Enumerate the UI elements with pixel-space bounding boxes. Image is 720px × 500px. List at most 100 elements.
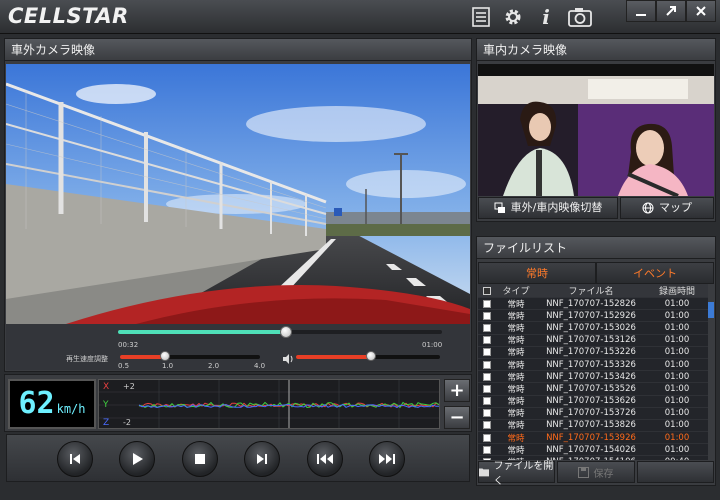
speed-tick-3: 4.0	[254, 362, 266, 370]
gsensor-y-label: Y	[103, 400, 109, 410]
file-row[interactable]: 常時 NNF_170707-153726 01:00	[478, 408, 708, 420]
save-icon	[578, 466, 590, 478]
row-checkbox[interactable]	[478, 348, 496, 357]
end-time: 01:00	[422, 341, 443, 349]
zoom-out-button[interactable]: −	[444, 406, 470, 429]
row-checkbox[interactable]	[478, 336, 496, 345]
file-row[interactable]: 常時 NNF_170707-154026 01:00	[478, 444, 708, 457]
camera-icon[interactable]	[567, 4, 593, 30]
column-type[interactable]: タイプ	[496, 284, 536, 297]
row-checkbox[interactable]	[478, 421, 496, 430]
prev-icon	[70, 454, 80, 464]
tab-always[interactable]: 常時	[478, 262, 596, 284]
info-icon[interactable]: i	[533, 4, 559, 30]
row-filename: NNF_170707-152926	[546, 310, 636, 321]
switch-icon	[494, 202, 505, 213]
stop-button[interactable]	[182, 441, 218, 477]
select-all-checkbox[interactable]	[478, 286, 496, 295]
speed-value: 62	[18, 386, 55, 421]
playback-controls	[6, 434, 470, 482]
play-button[interactable]	[119, 441, 155, 477]
row-filename: NNF_170707-153026	[546, 322, 636, 333]
file-row[interactable]: 常時 NNF_170707-153926 01:00	[478, 432, 708, 445]
open-file-button[interactable]: ファイルを開く	[478, 461, 556, 487]
rewind-icon	[317, 454, 333, 464]
close-button[interactable]	[686, 0, 716, 22]
seek-knob[interactable]	[280, 326, 293, 338]
play-icon	[133, 453, 143, 465]
prev-file-button[interactable]	[57, 441, 93, 477]
title-bar: CELLSTAR i	[0, 0, 720, 34]
file-row[interactable]: 常時 NNF_170707-153326 01:00	[478, 359, 708, 372]
row-type: 常時	[507, 409, 525, 420]
stop-icon	[195, 454, 205, 464]
column-filename[interactable]: ファイル名	[536, 284, 646, 297]
row-checkbox[interactable]	[478, 445, 496, 454]
file-row[interactable]: 常時 NNF_170707-153526 01:00	[478, 383, 708, 396]
row-filename: NNF_170707-153926	[546, 432, 636, 443]
file-row[interactable]: 常時 NNF_170707-153226 01:00	[478, 347, 708, 359]
row-duration: 01:00	[664, 444, 690, 455]
minimize-button[interactable]	[626, 0, 656, 22]
inner-camera-video[interactable]	[478, 64, 714, 196]
row-duration: 01:00	[664, 335, 690, 346]
speed-tick-0: 0.5	[118, 362, 130, 370]
file-list-scrollbar[interactable]	[708, 298, 714, 460]
row-checkbox[interactable]	[478, 311, 496, 320]
row-checkbox[interactable]	[478, 397, 496, 406]
zoom-in-button[interactable]: +	[444, 379, 470, 402]
volume-knob[interactable]	[365, 351, 376, 361]
row-duration: 01:00	[664, 408, 690, 419]
tab-event[interactable]: イベント	[596, 262, 714, 284]
row-checkbox[interactable]	[478, 384, 496, 393]
file-row[interactable]: 常時 NNF_170707-153126 01:00	[478, 335, 708, 347]
file-row[interactable]: 常時 NNF_170707-153626 01:00	[478, 396, 708, 408]
row-checkbox[interactable]	[478, 299, 496, 308]
file-row[interactable]: 常時 NNF_170707-152926 01:00	[478, 310, 708, 323]
row-checkbox[interactable]	[478, 409, 496, 418]
file-row[interactable]: 常時 NNF_170707-153826 01:00	[478, 420, 708, 433]
volume-fill	[296, 355, 371, 359]
save-label: 保存	[593, 468, 614, 480]
front-camera-video[interactable]	[6, 64, 470, 324]
row-filename: NNF_170707-153426	[546, 371, 636, 382]
row-type: 常時	[507, 360, 525, 371]
column-duration[interactable]: 録画時間	[646, 284, 708, 297]
file-row[interactable]: 常時 NNF_170707-153026 01:00	[478, 322, 708, 335]
volume-icon	[282, 350, 294, 364]
skip-back-button[interactable]	[307, 441, 343, 477]
row-checkbox[interactable]	[478, 372, 496, 381]
list-icon[interactable]	[468, 4, 494, 30]
globe-icon	[642, 202, 654, 214]
file-table-header: タイプ ファイル名 録画時間	[478, 284, 708, 298]
row-duration: 01:00	[664, 371, 690, 382]
current-time: 00:32	[118, 341, 139, 349]
inner-camera-title: 車内カメラ映像	[477, 39, 715, 61]
speed-knob[interactable]	[160, 351, 170, 361]
row-type: 常時	[507, 311, 525, 322]
camera-switch-button[interactable]: 車外/車内映像切替	[478, 197, 618, 219]
row-checkbox[interactable]	[478, 360, 496, 369]
row-duration: 01:00	[664, 359, 690, 370]
row-type: 常時	[507, 421, 525, 432]
row-filename: NNF_170707-153126	[546, 335, 636, 346]
file-row[interactable]: 常時 NNF_170707-153426 01:00	[478, 371, 708, 384]
front-camera-title: 車外カメラ映像	[5, 39, 471, 61]
map-button[interactable]: マップ	[620, 197, 714, 219]
row-type: 常時	[507, 397, 525, 408]
row-checkbox[interactable]	[478, 433, 496, 442]
row-duration: 01:00	[664, 432, 690, 443]
row-filename: NNF_170707-152826	[546, 298, 636, 309]
gsensor-x-label: X	[103, 382, 110, 392]
row-checkbox[interactable]	[478, 323, 496, 332]
maximize-button[interactable]	[656, 0, 686, 22]
file-list-tabs: 常時 イベント	[478, 262, 714, 284]
scroll-thumb[interactable]	[708, 302, 714, 318]
row-type: 常時	[507, 323, 525, 334]
next-file-button[interactable]	[244, 441, 280, 477]
skip-forward-button[interactable]	[369, 441, 405, 477]
file-row[interactable]: 常時 NNF_170707-152826 01:00	[478, 298, 708, 311]
save-button[interactable]: 保存	[557, 461, 635, 483]
row-filename: NNF_170707-153526	[546, 383, 636, 394]
gear-icon[interactable]	[500, 4, 526, 30]
